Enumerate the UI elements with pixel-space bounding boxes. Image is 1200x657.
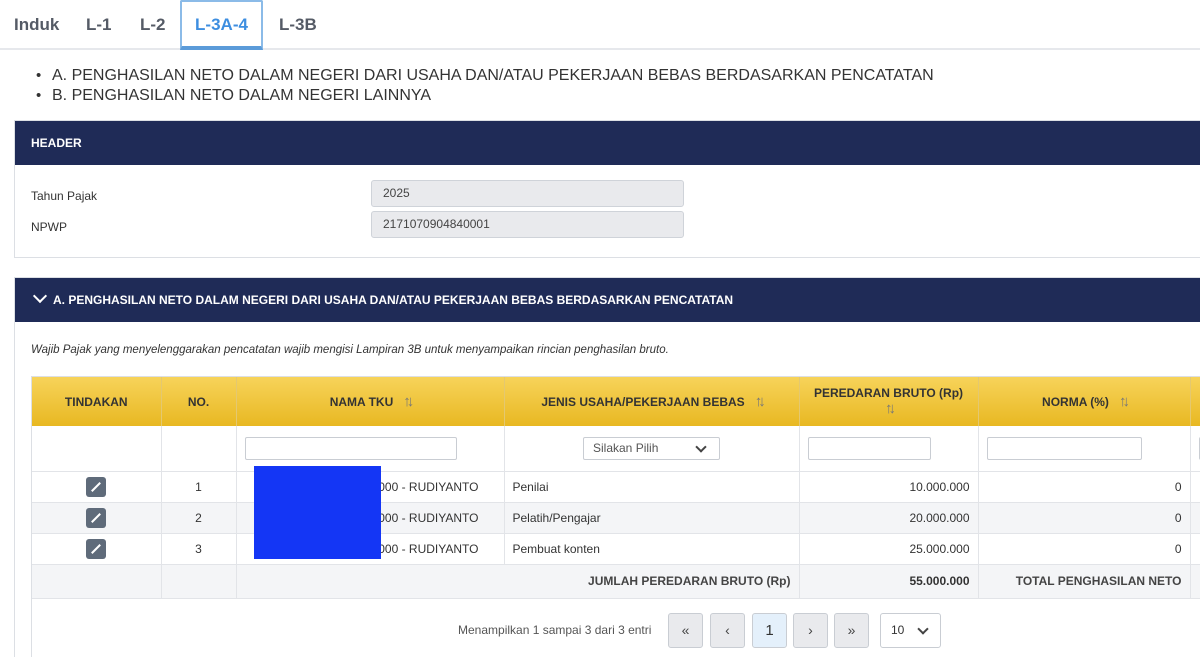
row-no: 2 — [161, 502, 237, 534]
section-list: A. PENGHASILAN NETO DALAM NEGERI DARI US… — [36, 66, 934, 106]
tab-induk[interactable]: Induk — [14, 0, 59, 50]
table-row: 1 00000 - RUDIYANTO Penilai 10.000.000 0 — [32, 471, 1200, 503]
sort-icon[interactable]: ↑↓ — [885, 400, 896, 417]
tab-l2[interactable]: L-2 — [140, 0, 166, 50]
header-panel-title: HEADER — [15, 121, 1200, 165]
page-size-select[interactable]: 10 — [880, 613, 941, 648]
row-bruto: 25.000.000 — [799, 533, 979, 565]
total-neto-label: TOTAL PENGHASILAN NETO — [978, 564, 1191, 599]
next-page-button[interactable]: › — [793, 613, 828, 648]
tahun-pajak-label: Tahun Pajak — [31, 189, 98, 203]
prev-page-button[interactable]: ‹ — [710, 613, 745, 648]
row-jenis: Pembuat konten — [504, 533, 800, 565]
section-a-note: Wajib Pajak yang menyelenggarakan pencat… — [31, 344, 669, 356]
filter-norma-input[interactable] — [986, 436, 1142, 460]
first-page-button[interactable]: « — [668, 613, 703, 648]
section-a-panel: A. PENGHASILAN NETO DALAM NEGERI DARI US… — [14, 277, 1200, 657]
sort-icon[interactable]: ↑↓ — [1119, 393, 1130, 410]
npwp-label: NPWP — [31, 220, 67, 234]
tab-l3a4[interactable]: L-3A-4 — [180, 0, 263, 50]
edit-icon[interactable] — [86, 476, 107, 497]
redacted-block — [254, 466, 381, 559]
table-row: 3 00000 - RUDIYANTO Pembuat konten 25.00… — [32, 533, 1200, 565]
table-row: 2 00000 - RUDIYANTO Pelatih/Pengajar 20.… — [32, 502, 1200, 534]
total-bruto-value: 55.000.000 — [799, 564, 979, 599]
edit-icon[interactable] — [86, 538, 107, 559]
chevron-down-icon — [695, 441, 707, 453]
row-jenis: Pelatih/Pengajar — [504, 502, 800, 534]
col-norma[interactable]: NORMA (%) ↑↓ — [978, 377, 1191, 426]
filter-bruto-input[interactable] — [807, 436, 931, 460]
header-panel: HEADER Tahun Pajak 2025 NPWP 21710709048… — [14, 120, 1200, 258]
row-norma: 0 — [978, 471, 1191, 503]
col-peredaran-bruto[interactable]: PEREDARAN BRUTO (Rp) ↑↓ — [799, 377, 979, 426]
row-bruto: 20.000.000 — [799, 502, 979, 534]
row-jenis: Penilai — [504, 471, 800, 503]
section-link-b[interactable]: B. PENGHASILAN NETO DALAM NEGERI LAINNYA — [36, 86, 934, 106]
tab-bar: Induk L-1 L-2 L-3A-4 L-3B — [0, 0, 1200, 50]
chevron-down-icon — [917, 623, 929, 635]
data-table: TINDAKAN NO. NAMA TKU ↑↓ JENIS USAHA/PEKE… — [31, 376, 1200, 657]
row-no: 1 — [161, 471, 237, 503]
col-more — [1190, 377, 1200, 426]
section-a-header[interactable]: A. PENGHASILAN NETO DALAM NEGERI DARI US… — [15, 278, 1200, 322]
edit-icon[interactable] — [86, 507, 107, 528]
filter-row: Silakan Pilih — [32, 426, 1200, 472]
total-row: JUMLAH PEREDARAN BRUTO (Rp) 55.000.000 T… — [32, 564, 1200, 599]
tab-l1[interactable]: L-1 — [86, 0, 112, 50]
row-no: 3 — [161, 533, 237, 565]
sort-icon[interactable]: ↑↓ — [755, 393, 766, 410]
pagination-info: Menampilkan 1 sampai 3 dari 3 entri — [458, 623, 652, 637]
sort-icon[interactable]: ↑↓ — [403, 393, 414, 410]
col-jenis-usaha[interactable]: JENIS USAHA/PEKERJAAN BEBAS ↑↓ — [504, 377, 800, 426]
section-link-a[interactable]: A. PENGHASILAN NETO DALAM NEGERI DARI US… — [36, 66, 934, 86]
npwp-field: 2171070904840001 — [371, 211, 684, 238]
col-tindakan: TINDAKAN — [32, 377, 162, 426]
last-page-button[interactable]: » — [834, 613, 869, 648]
row-bruto: 10.000.000 — [799, 471, 979, 503]
col-nama-tku[interactable]: NAMA TKU ↑↓ — [236, 377, 505, 426]
page-1-button[interactable]: 1 — [752, 613, 787, 648]
filter-nama-tku-input[interactable] — [244, 436, 457, 460]
row-norma: 0 — [978, 533, 1191, 565]
tab-l3b[interactable]: L-3B — [279, 0, 317, 50]
tahun-pajak-field: 2025 — [371, 180, 684, 207]
row-norma: 0 — [978, 502, 1191, 534]
col-no: NO. — [161, 377, 237, 426]
chevron-down-icon[interactable] — [32, 288, 48, 304]
section-a-title: A. PENGHASILAN NETO DALAM NEGERI DARI US… — [53, 293, 734, 307]
total-bruto-label: JUMLAH PEREDARAN BRUTO (Rp) — [236, 564, 800, 599]
filter-jenis-select[interactable]: Silakan Pilih — [583, 436, 720, 460]
pagination: Menampilkan 1 sampai 3 dari 3 entri « ‹ … — [32, 603, 1200, 657]
